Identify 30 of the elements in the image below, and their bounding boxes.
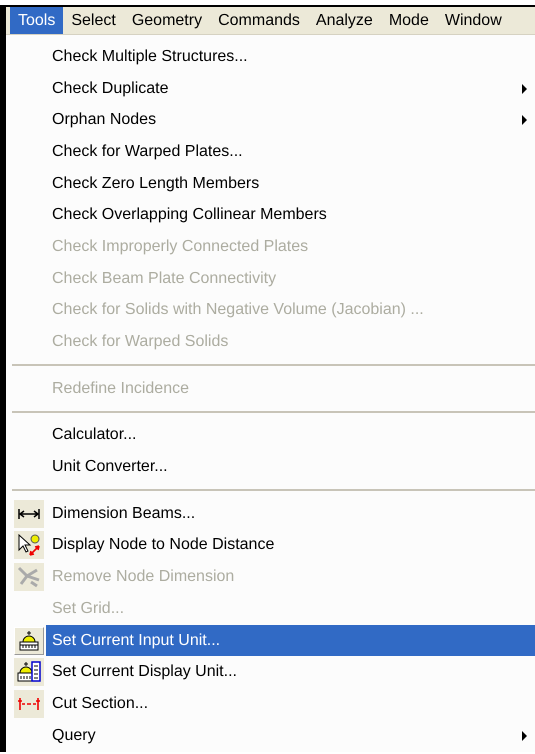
menu-item[interactable]: Set Current Input Unit... xyxy=(46,624,535,656)
submenu-arrow-icon xyxy=(522,84,527,94)
menu-item[interactable]: Dimension Beams... xyxy=(46,498,535,530)
submenu-arrow-icon xyxy=(522,730,527,741)
menu-bar-item[interactable]: Mode xyxy=(380,7,437,34)
menu-bar-item[interactable]: Analyze xyxy=(308,7,381,34)
menu-bar-item[interactable]: Geometry xyxy=(124,7,210,34)
menu-item[interactable]: Unit Converter... xyxy=(46,451,535,483)
submenu-arrow-icon xyxy=(522,115,527,126)
cursor-distance-icon xyxy=(17,533,41,558)
node-dimension-icon xyxy=(17,566,41,588)
menu-item[interactable]: Display Node to Node Distance xyxy=(46,530,535,562)
menu-item[interactable]: Query xyxy=(46,720,535,752)
menu-item[interactable]: Check Duplicate xyxy=(46,72,535,104)
menu-bar-item[interactable]: Tools xyxy=(10,7,64,34)
menu-bar-item[interactable]: Select xyxy=(63,7,124,34)
menu-item[interactable]: Cut Section... xyxy=(46,688,535,720)
menu-item[interactable]: Set Current Display Unit... xyxy=(46,656,535,688)
menu-item[interactable]: Check Overlapping Collinear Members xyxy=(46,199,535,232)
menu-item[interactable]: Orphan Nodes xyxy=(46,104,535,136)
menu-item[interactable]: Check Multiple Structures... xyxy=(46,41,535,73)
dimension-arrow-icon xyxy=(17,506,41,521)
menu-item[interactable]: Calculator... xyxy=(46,420,535,452)
cut-section-icon xyxy=(17,696,41,712)
menu-bar-item[interactable]: Window xyxy=(436,7,510,34)
menu-item[interactable]: Check for Warped Plates... xyxy=(46,136,535,168)
menu-item[interactable]: Check Zero Length Members xyxy=(46,168,535,200)
menu-bar-item[interactable]: Commands xyxy=(210,7,308,34)
ruler-display-icon xyxy=(17,661,41,684)
ruler-unit-icon xyxy=(17,630,41,652)
